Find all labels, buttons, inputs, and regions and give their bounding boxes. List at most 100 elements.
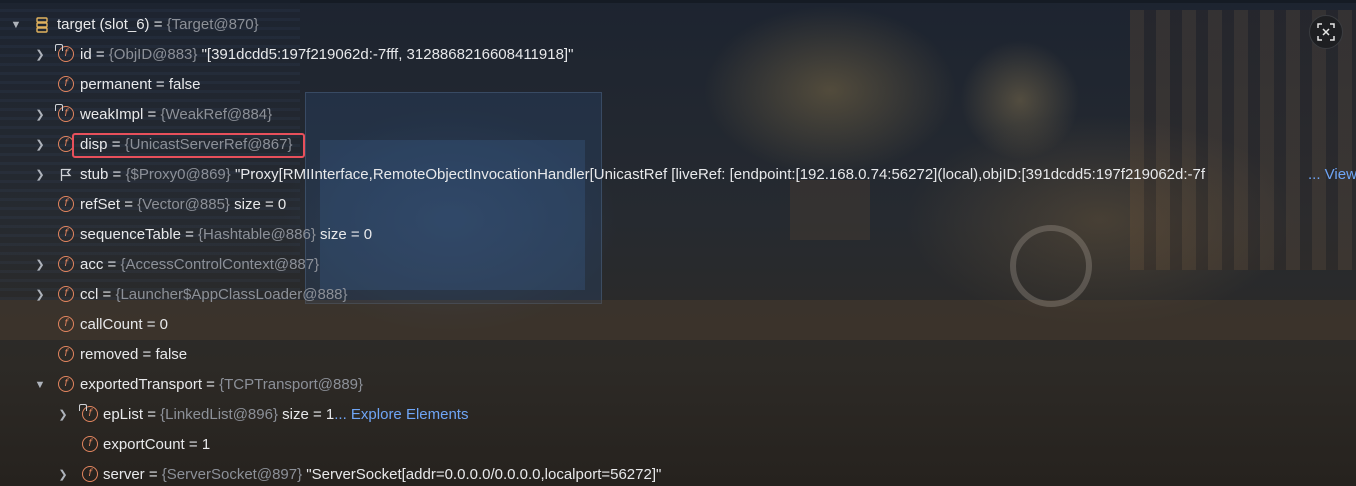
field-icon: f <box>58 286 74 302</box>
variable-type: {ServerSocket@897} <box>161 466 303 483</box>
variable-name: ccl <box>80 286 99 303</box>
equals-sign: = <box>202 376 220 393</box>
field-icon: f <box>58 256 74 272</box>
variable-name: removed <box>80 346 139 363</box>
equals-sign: = <box>98 286 116 303</box>
explore-elements-link[interactable]: ... Explore Elements <box>334 406 468 423</box>
close-fullscreen-icon <box>1317 23 1335 41</box>
variable-value: "ServerSocket[addr=0.0.0.0/0.0.0.0,local… <box>302 466 662 483</box>
variable-name: sequenceTable <box>80 226 181 243</box>
close-fullscreen-button[interactable] <box>1309 15 1343 49</box>
view-link[interactable]: ... View <box>1308 160 1356 190</box>
equals-sign: = <box>120 196 138 213</box>
equals-sign: = <box>138 346 156 363</box>
equals-sign: = <box>180 226 199 243</box>
variable-name: weakImpl <box>80 106 144 123</box>
equals-sign: = <box>108 166 126 183</box>
variable-type: {$Proxy0@869} <box>125 166 231 183</box>
variable-name: exportCount <box>103 436 185 453</box>
tree-row-acc[interactable]: ❯ f acc = {AccessControlContext@887} <box>0 250 1356 280</box>
struct-icon <box>36 17 48 33</box>
field-icon: f <box>58 76 74 92</box>
variable-type: {UnicastServerRef@867} <box>124 136 293 153</box>
variable-value: size = 0 <box>315 226 373 243</box>
chevron-right-icon[interactable]: ❯ <box>32 280 48 310</box>
tree-row-weakimpl[interactable]: ❯ f weakImpl = {WeakRef@884} <box>0 100 1356 130</box>
variable-value: size = 1 <box>277 406 335 423</box>
tree-row-disp[interactable]: ❯ f disp = {UnicastServerRef@867} <box>0 130 1356 160</box>
debugger-variables-tree: ▼ target (slot_6) = {Target@870} ❯ f id … <box>0 10 1356 486</box>
equals-sign: = <box>91 46 109 63</box>
field-icon: f <box>58 136 74 152</box>
variable-type: {AccessControlContext@887} <box>120 256 320 273</box>
chevron-right-icon[interactable]: ❯ <box>32 100 48 130</box>
tree-row-ccl[interactable]: ❯ f ccl = {Launcher$AppClassLoader@888} <box>0 280 1356 310</box>
chevron-down-icon[interactable]: ▼ <box>8 10 24 40</box>
equals-sign: = <box>143 406 161 423</box>
equals-sign: = <box>143 106 161 123</box>
equals-sign: = <box>151 76 169 93</box>
chevron-right-icon[interactable]: ❯ <box>32 160 48 190</box>
variable-type: {WeakRef@884} <box>160 106 273 123</box>
field-icon: f <box>58 196 74 212</box>
tree-row-server[interactable]: ❯ f server = {ServerSocket@897} "ServerS… <box>0 460 1356 486</box>
variable-type: {Hashtable@886} <box>198 226 316 243</box>
tree-row-exportedtransport[interactable]: ▼ f exportedTransport = {TCPTransport@88… <box>0 370 1356 400</box>
variable-type: {LinkedList@896} <box>160 406 278 423</box>
variable-value: 0 <box>159 316 168 333</box>
chevron-right-icon[interactable]: ❯ <box>32 250 48 280</box>
equals-sign: = <box>103 256 121 273</box>
variable-name: id <box>80 46 92 63</box>
tree-row-id[interactable]: ❯ f id = {ObjID@883} "[391dcdd5:197f2190… <box>0 40 1356 70</box>
field-lock-icon: f <box>55 44 74 62</box>
equals-sign: = <box>142 316 160 333</box>
variable-name: target (slot_6) <box>57 16 150 33</box>
equals-sign: = <box>184 436 202 453</box>
variable-type: {Target@870} <box>166 16 259 33</box>
variable-name: permanent <box>80 76 152 93</box>
equals-sign: = <box>144 466 162 483</box>
chevron-right-icon[interactable]: ❯ <box>55 460 71 486</box>
tree-row-eplist[interactable]: ❯ f epList = {LinkedList@896} size = 1..… <box>0 400 1356 430</box>
top-edge-shadow <box>0 0 1356 3</box>
field-icon: f <box>58 376 74 392</box>
tree-row-sequencetable[interactable]: f sequenceTable = {Hashtable@886} size =… <box>0 220 1356 250</box>
tree-row-removed[interactable]: f removed = false <box>0 340 1356 370</box>
variable-name: acc <box>80 256 104 273</box>
variable-name: epList <box>103 406 144 423</box>
variable-name: callCount <box>80 316 143 333</box>
field-icon: f <box>58 226 74 242</box>
field-icon: f <box>58 346 74 362</box>
tree-row-stub[interactable]: ❯ stub = {$Proxy0@869} "Proxy[RMIInterfa… <box>0 160 1356 190</box>
variable-name: exportedTransport <box>80 376 203 393</box>
tree-row-callcount[interactable]: f callCount = 0 <box>0 310 1356 340</box>
flag-icon <box>60 168 72 181</box>
tree-row-exportcount[interactable]: f exportCount = 1 <box>0 430 1356 460</box>
chevron-right-icon[interactable]: ❯ <box>32 130 48 160</box>
variable-value: "[391dcdd5:197f219062d:-7fff, 3128868216… <box>197 46 574 63</box>
tree-row-permanent[interactable]: f permanent = false <box>0 70 1356 100</box>
chevron-right-icon[interactable]: ❯ <box>55 400 71 430</box>
variable-type: {Launcher$AppClassLoader@888} <box>115 286 348 303</box>
variable-type: {Vector@885} <box>137 196 230 213</box>
variable-value: false <box>155 346 188 363</box>
equals-sign: = <box>107 136 125 153</box>
variable-value: size = 0 <box>229 196 287 213</box>
variable-type: {TCPTransport@889} <box>219 376 364 393</box>
variable-name: stub <box>80 166 109 183</box>
chevron-right-icon[interactable]: ❯ <box>32 40 48 70</box>
tree-row-target[interactable]: ▼ target (slot_6) = {Target@870} <box>0 10 1356 40</box>
field-lock-icon: f <box>79 404 98 422</box>
chevron-down-icon[interactable]: ▼ <box>32 370 48 400</box>
variable-value: 1 <box>201 436 211 453</box>
tree-row-refset[interactable]: f refSet = {Vector@885} size = 0 <box>0 190 1356 220</box>
field-icon: f <box>58 316 74 332</box>
variable-name: disp <box>80 136 108 153</box>
variable-name: refSet <box>80 196 121 213</box>
variable-value: "Proxy[RMIInterface,RemoteObjectInvocati… <box>230 166 1206 183</box>
equals-sign: = <box>149 16 167 33</box>
variable-value: false <box>168 76 201 93</box>
field-icon: f <box>82 466 98 482</box>
field-lock-icon: f <box>55 104 74 122</box>
variable-type: {ObjID@883} <box>108 46 198 63</box>
